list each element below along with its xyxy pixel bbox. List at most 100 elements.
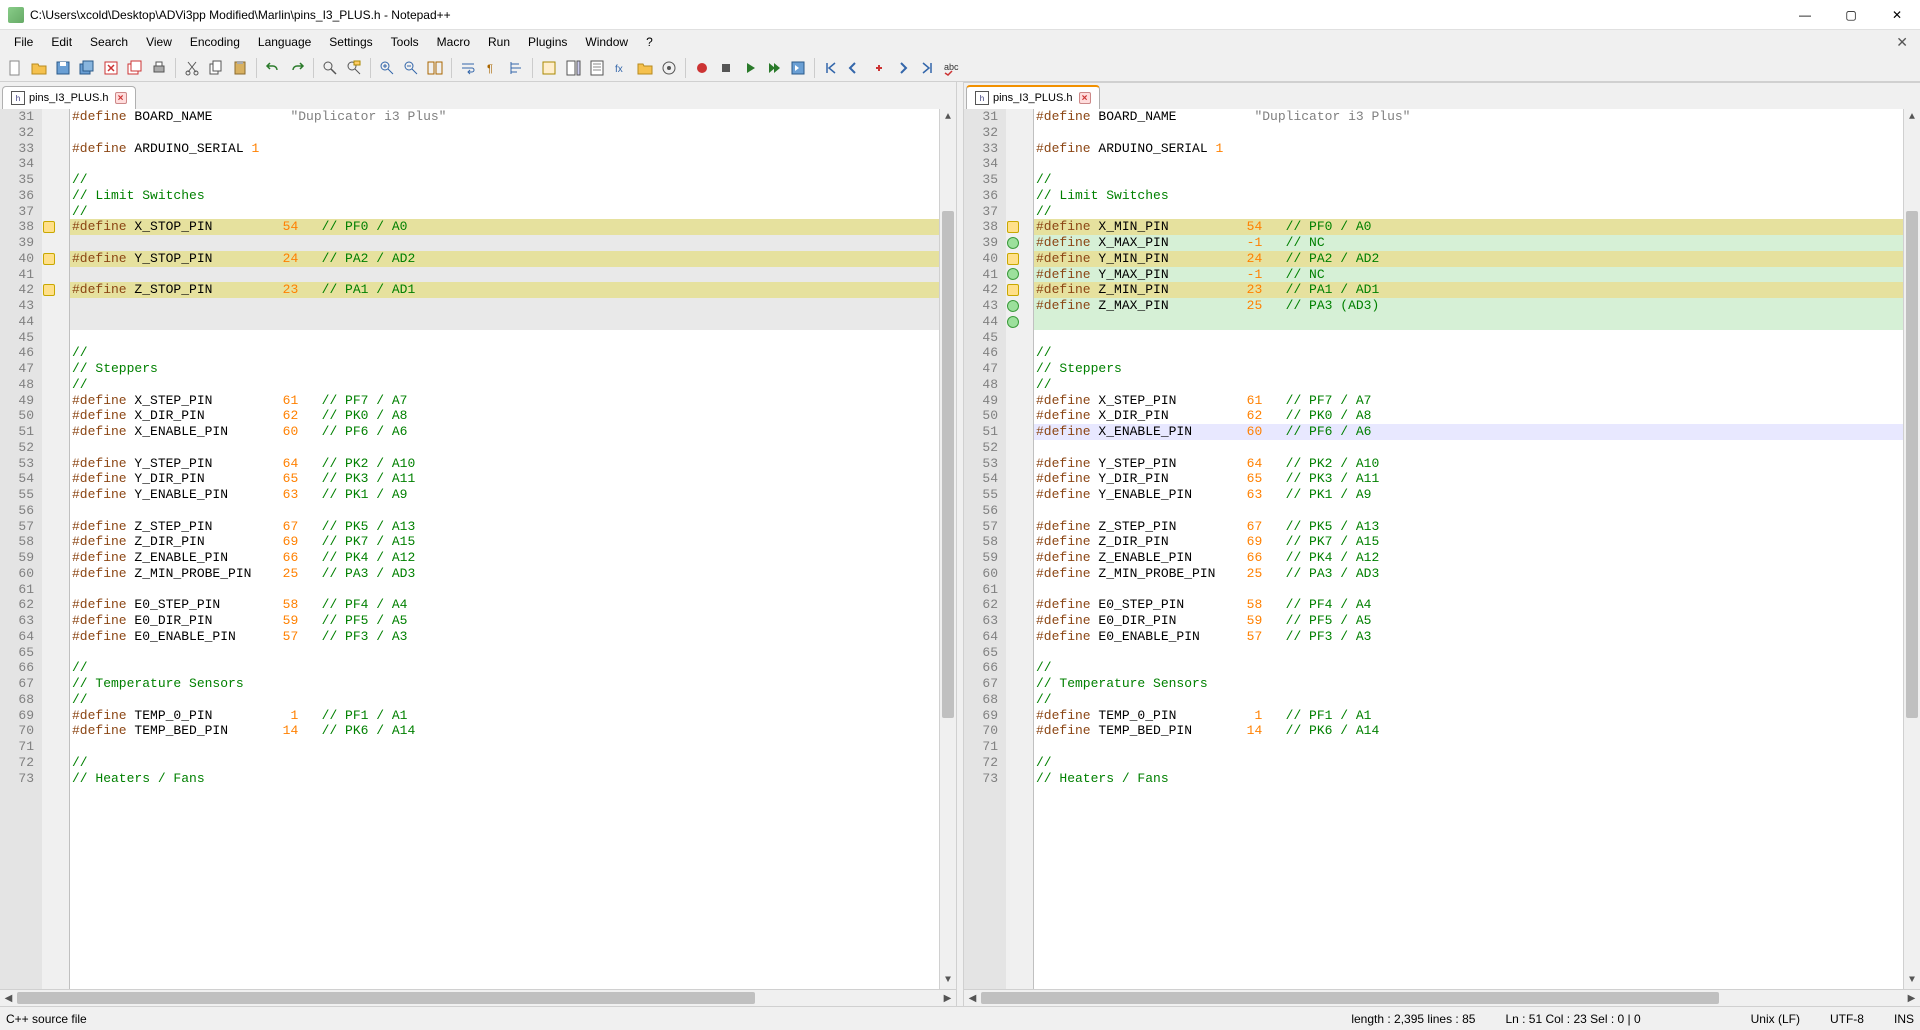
left-code[interactable]: #define BOARD_NAME "Duplicator i3 Plus"#… bbox=[70, 109, 939, 989]
sync-scroll-icon[interactable] bbox=[424, 57, 446, 79]
compare-nav-first-icon[interactable] bbox=[820, 57, 842, 79]
right-tab[interactable]: h pins_I3_PLUS.h × bbox=[966, 85, 1100, 109]
code-line[interactable]: // bbox=[70, 755, 939, 771]
scroll-up-icon[interactable]: ▲ bbox=[940, 109, 956, 126]
copy-icon[interactable] bbox=[205, 57, 227, 79]
code-line[interactable] bbox=[70, 582, 939, 598]
code-line[interactable]: #define Y_ENABLE_PIN 63 // PK1 / A9 bbox=[70, 487, 939, 503]
code-line[interactable]: #define E0_ENABLE_PIN 57 // PF3 / A3 bbox=[1034, 629, 1903, 645]
code-line[interactable]: #define X_STEP_PIN 61 // PF7 / A7 bbox=[1034, 393, 1903, 409]
code-line[interactable]: #define Z_DIR_PIN 69 // PK7 / A15 bbox=[70, 534, 939, 550]
menu-tools[interactable]: Tools bbox=[383, 32, 427, 52]
code-line[interactable] bbox=[1034, 440, 1903, 456]
code-line[interactable]: #define E0_STEP_PIN 58 // PF4 / A4 bbox=[1034, 597, 1903, 613]
code-line[interactable]: #define Z_DIR_PIN 69 // PK7 / A15 bbox=[1034, 534, 1903, 550]
code-line[interactable]: #define Y_DIR_PIN 65 // PK3 / A11 bbox=[70, 471, 939, 487]
folder-workspace-icon[interactable] bbox=[634, 57, 656, 79]
close-button[interactable]: ✕ bbox=[1874, 0, 1920, 30]
replace-icon[interactable] bbox=[343, 57, 365, 79]
left-hscrollbar[interactable]: ◀ ▶ bbox=[0, 989, 956, 1006]
monitoring-icon[interactable] bbox=[658, 57, 680, 79]
scroll-left-icon[interactable]: ◀ bbox=[0, 990, 17, 1006]
maximize-button[interactable]: ▢ bbox=[1828, 0, 1874, 30]
code-line[interactable]: // bbox=[1034, 377, 1903, 393]
code-line[interactable]: #define X_MAX_PIN -1 // NC bbox=[1034, 235, 1903, 251]
right-vscrollbar[interactable]: ▲ ▼ bbox=[1903, 109, 1920, 989]
menu-plugins[interactable]: Plugins bbox=[520, 32, 575, 52]
menu-edit[interactable]: Edit bbox=[43, 32, 80, 52]
save-icon[interactable] bbox=[52, 57, 74, 79]
code-line[interactable] bbox=[1034, 330, 1903, 346]
save-all-icon[interactable] bbox=[76, 57, 98, 79]
compare-nav-diff-icon[interactable] bbox=[868, 57, 890, 79]
code-line[interactable]: // bbox=[70, 377, 939, 393]
secondary-close-button[interactable]: ✕ bbox=[1890, 34, 1914, 51]
code-line[interactable]: #define Z_MIN_PROBE_PIN 25 // PA3 / AD3 bbox=[1034, 566, 1903, 582]
code-line[interactable]: // Heaters / Fans bbox=[70, 771, 939, 787]
cut-icon[interactable] bbox=[181, 57, 203, 79]
minimize-button[interactable]: — bbox=[1782, 0, 1828, 30]
menu-[interactable]: ? bbox=[638, 32, 661, 52]
code-line[interactable]: // bbox=[1034, 755, 1903, 771]
code-line[interactable]: #define Y_STEP_PIN 64 // PK2 / A10 bbox=[1034, 456, 1903, 472]
zoom-out-icon[interactable] bbox=[400, 57, 422, 79]
code-line[interactable]: #define X_STEP_PIN 61 // PF7 / A7 bbox=[70, 393, 939, 409]
code-line[interactable] bbox=[70, 645, 939, 661]
scroll-down-icon[interactable]: ▼ bbox=[1904, 972, 1920, 989]
code-line[interactable]: #define Z_ENABLE_PIN 66 // PK4 / A12 bbox=[1034, 550, 1903, 566]
code-line[interactable]: #define Y_ENABLE_PIN 63 // PK1 / A9 bbox=[1034, 487, 1903, 503]
code-line[interactable] bbox=[70, 739, 939, 755]
zoom-in-icon[interactable] bbox=[376, 57, 398, 79]
compare-nav-next-icon[interactable] bbox=[892, 57, 914, 79]
code-line[interactable]: #define X_DIR_PIN 62 // PK0 / A8 bbox=[70, 408, 939, 424]
compare-nav-prev-icon[interactable] bbox=[844, 57, 866, 79]
scroll-thumb[interactable] bbox=[17, 992, 755, 1004]
code-line[interactable] bbox=[70, 330, 939, 346]
menu-run[interactable]: Run bbox=[480, 32, 518, 52]
code-line[interactable]: // Steppers bbox=[70, 361, 939, 377]
code-line[interactable]: #define X_MIN_PIN 54 // PF0 / A0 bbox=[1034, 219, 1903, 235]
code-line[interactable]: // bbox=[1034, 204, 1903, 220]
code-line[interactable]: #define Y_STEP_PIN 64 // PK2 / A10 bbox=[70, 456, 939, 472]
code-line[interactable] bbox=[70, 267, 939, 283]
find-icon[interactable] bbox=[319, 57, 341, 79]
show-all-chars-icon[interactable]: ¶ bbox=[481, 57, 503, 79]
udl-icon[interactable] bbox=[538, 57, 560, 79]
compare-nav-last-icon[interactable] bbox=[916, 57, 938, 79]
doc-map-icon[interactable] bbox=[562, 57, 584, 79]
code-line[interactable]: // bbox=[1034, 692, 1903, 708]
macro-save-icon[interactable] bbox=[787, 57, 809, 79]
code-line[interactable] bbox=[70, 125, 939, 141]
code-line[interactable]: #define X_ENABLE_PIN 60 // PF6 / A6 bbox=[1034, 424, 1903, 440]
code-line[interactable]: #define ARDUINO_SERIAL 1 bbox=[70, 141, 939, 157]
code-line[interactable]: // bbox=[70, 204, 939, 220]
scroll-thumb[interactable] bbox=[942, 211, 954, 719]
code-line[interactable]: #define TEMP_BED_PIN 14 // PK6 / A14 bbox=[1034, 723, 1903, 739]
code-line[interactable]: // bbox=[1034, 345, 1903, 361]
code-line[interactable]: // Steppers bbox=[1034, 361, 1903, 377]
scroll-right-icon[interactable]: ▶ bbox=[1903, 990, 1920, 1006]
wordwrap-icon[interactable] bbox=[457, 57, 479, 79]
code-line[interactable]: #define Z_MIN_PROBE_PIN 25 // PA3 / AD3 bbox=[70, 566, 939, 582]
doc-list-icon[interactable] bbox=[586, 57, 608, 79]
macro-play-multi-icon[interactable] bbox=[763, 57, 785, 79]
code-line[interactable] bbox=[70, 298, 939, 314]
code-line[interactable] bbox=[70, 235, 939, 251]
code-line[interactable]: #define X_DIR_PIN 62 // PK0 / A8 bbox=[1034, 408, 1903, 424]
code-line[interactable]: #define Y_MAX_PIN -1 // NC bbox=[1034, 267, 1903, 283]
code-line[interactable] bbox=[1034, 156, 1903, 172]
code-line[interactable]: // bbox=[70, 172, 939, 188]
function-list-icon[interactable]: fx bbox=[610, 57, 632, 79]
scroll-up-icon[interactable]: ▲ bbox=[1904, 109, 1920, 126]
code-line[interactable] bbox=[70, 503, 939, 519]
code-line[interactable]: #define Z_STEP_PIN 67 // PK5 / A13 bbox=[1034, 519, 1903, 535]
code-line[interactable]: #define Y_DIR_PIN 65 // PK3 / A11 bbox=[1034, 471, 1903, 487]
close-all-icon[interactable] bbox=[124, 57, 146, 79]
code-line[interactable] bbox=[70, 314, 939, 330]
code-line[interactable]: #define TEMP_0_PIN 1 // PF1 / A1 bbox=[70, 708, 939, 724]
close-file-icon[interactable] bbox=[100, 57, 122, 79]
redo-icon[interactable] bbox=[286, 57, 308, 79]
close-icon[interactable]: × bbox=[115, 92, 127, 104]
left-editor[interactable]: 3132333435363738394041424344454647484950… bbox=[0, 109, 956, 989]
undo-icon[interactable] bbox=[262, 57, 284, 79]
